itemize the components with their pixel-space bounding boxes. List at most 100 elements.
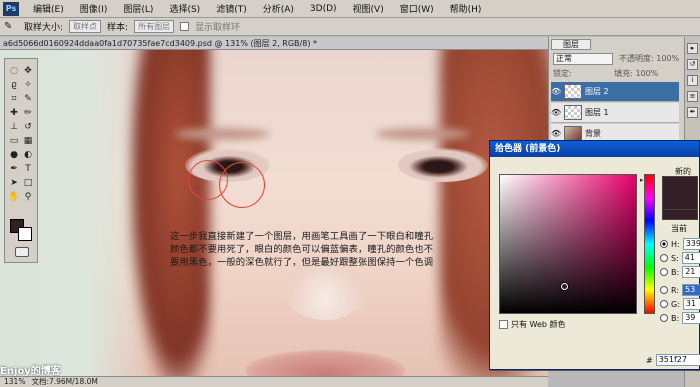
saturation-brightness-field[interactable] [499, 174, 637, 314]
fill-control[interactable]: 填充: 100% [614, 69, 658, 78]
blue-radio[interactable] [660, 314, 668, 322]
web-only-option: 只有 Web 颜色 [499, 319, 566, 330]
red-radio[interactable] [660, 286, 668, 294]
hex-input[interactable]: 351f27 [655, 354, 700, 366]
zoom-icon[interactable]: ⚲ [22, 191, 34, 203]
eyebrow-right [375, 128, 470, 140]
green-label: G: [671, 299, 680, 309]
menu-analysis[interactable]: 分析(A) [255, 2, 302, 15]
hue-label: H: [671, 239, 680, 249]
hue-field-row: H: 339 度 [660, 238, 700, 250]
eyebrow-left [175, 128, 270, 140]
green-input[interactable]: 31 [682, 298, 700, 310]
menu-help[interactable]: 帮助(H) [442, 2, 490, 15]
green-field-row: G: 31 [660, 298, 700, 310]
image-canvas[interactable]: 这一步我直接新建了一个图层，用画笔工具画了一下眼白和瞳孔 颜色都不要用死了，眼白… [0, 50, 548, 376]
current-color-label: 当前 [671, 224, 687, 233]
color-marker[interactable] [561, 283, 568, 290]
brightness-label: B: [671, 267, 680, 277]
visibility-eye-icon[interactable]: 👁 [551, 129, 561, 139]
history-panel-icon[interactable]: ↺ [687, 59, 698, 70]
web-only-checkbox[interactable] [499, 320, 508, 329]
brush-icon[interactable]: ✏ [22, 107, 34, 119]
panel-toggle-icon[interactable]: ▸ [687, 43, 698, 54]
menu-bar: Ps 编辑(E) 图像(I) 图层(L) 选择(S) 滤镜(T) 分析(A) 3… [0, 0, 700, 18]
toolbox: ◌ ✥ ϱ ✧ ⌗ ✎ ✚ ✏ ⊥ ↺ ▭ ▦ ● ◐ ✒ T ➤ □ ✋ ⚲ [4, 58, 38, 263]
history-brush-icon[interactable]: ↺ [22, 121, 34, 133]
document-tab[interactable]: a6d5066d0160924ddaa0fa1d70735fae7cd3409.… [0, 37, 548, 50]
move-icon[interactable]: ✥ [22, 65, 34, 77]
type-icon[interactable]: T [22, 163, 34, 175]
shape-icon[interactable]: □ [22, 177, 34, 189]
web-only-label: 只有 Web 颜色 [511, 320, 566, 329]
blue-input[interactable]: 39 [682, 312, 700, 324]
stamp-icon[interactable]: ⊥ [8, 121, 20, 133]
red-input[interactable]: 53 [682, 284, 700, 296]
lips [245, 350, 405, 376]
lasso-icon[interactable]: ϱ [8, 79, 20, 91]
caption-line: 颜色都不要用死了，眼白的颜色可以偏蓝偏表，瞳孔的颜色也不 [170, 244, 434, 255]
dodge-icon[interactable]: ◐ [22, 149, 34, 161]
menu-edit[interactable]: 编辑(E) [25, 2, 72, 15]
eyedropper-icon[interactable]: ✎ [22, 93, 34, 105]
paths-panel-icon[interactable]: ✒ [687, 107, 698, 118]
eyedropper-icon[interactable]: ✎ [4, 21, 18, 33]
layer-name: 图层 2 [585, 87, 609, 96]
lock-label: 锁定: [553, 69, 572, 78]
magic-wand-icon[interactable]: ✧ [22, 79, 34, 91]
layer-row-2[interactable]: 👁 图层 2 [551, 82, 679, 102]
menu-filter[interactable]: 滤镜(T) [208, 2, 255, 15]
hue-slider[interactable] [644, 174, 655, 314]
show-ring-label: 显示取样环 [195, 23, 241, 33]
hand-icon[interactable]: ✋ [8, 191, 20, 203]
hue-radio[interactable] [660, 240, 668, 248]
background-color-swatch[interactable] [18, 227, 32, 241]
menu-image[interactable]: 图像(I) [72, 2, 116, 15]
sample-select[interactable]: 所有图层 [134, 20, 175, 33]
caption-line: 这一步我直接新建了一个图层，用画笔工具画了一下眼白和瞳孔 [170, 231, 434, 242]
layer-row-1[interactable]: 👁 图层 1 [551, 103, 679, 123]
brightness-radio[interactable] [660, 268, 668, 276]
sample-label: 样本: [107, 23, 129, 33]
healing-icon[interactable]: ✚ [8, 107, 20, 119]
menu-3d[interactable]: 3D(D) [302, 4, 345, 14]
color-picker-dialog: 拾色器 (前景色) ▸ 新的 当前 H: 339 度 S: 41 % B: 21… [489, 140, 700, 370]
brightness-input[interactable]: 21 [682, 266, 700, 278]
pen-icon[interactable]: ✒ [8, 163, 20, 175]
crop-icon[interactable]: ⌗ [8, 93, 20, 105]
blur-icon[interactable]: ● [8, 149, 20, 161]
hue-slider-arrow-icon[interactable]: ▸ [640, 176, 644, 184]
layers-panel: 图层 正常 不透明度: 100% 锁定: 填充: 100% 👁 图层 2 👁 图… [548, 37, 700, 149]
visibility-eye-icon[interactable]: 👁 [551, 87, 561, 97]
quick-mask-icon[interactable] [15, 247, 29, 257]
new-color-swatch [662, 176, 698, 210]
pupil-annotation-circle [219, 162, 265, 208]
hue-input[interactable]: 339 [682, 238, 700, 250]
gradient-icon[interactable]: ▦ [22, 135, 34, 147]
menu-window[interactable]: 窗口(W) [392, 2, 442, 15]
saturation-field-row: S: 41 % [660, 252, 700, 264]
layers-tab[interactable]: 图层 [551, 39, 591, 50]
eraser-icon[interactable]: ▭ [8, 135, 20, 147]
layer-thumbnail [564, 105, 582, 120]
blend-mode-select[interactable]: 正常 [553, 53, 613, 65]
marquee-icon[interactable]: ◌ [8, 65, 20, 77]
show-ring-checkbox[interactable] [180, 22, 190, 31]
path-select-icon[interactable]: ➤ [8, 177, 20, 189]
red-label: R: [671, 285, 680, 295]
status-bar: 131% 文档:7.96M/18.0M [0, 376, 548, 387]
sample-size-select[interactable]: 取样点 [69, 20, 102, 33]
channels-panel-icon[interactable]: ≡ [687, 91, 698, 102]
menu-view[interactable]: 视图(V) [345, 2, 392, 15]
current-color-swatch[interactable] [662, 210, 698, 220]
saturation-radio[interactable] [660, 254, 668, 262]
info-panel-icon[interactable]: i [687, 75, 698, 86]
menu-layer[interactable]: 图层(L) [115, 2, 161, 15]
menu-select[interactable]: 选择(S) [161, 2, 208, 15]
zoom-level[interactable]: 131% [4, 377, 25, 387]
layer-name: 图层 1 [585, 108, 609, 117]
visibility-eye-icon[interactable]: 👁 [551, 108, 561, 118]
saturation-label: S: [671, 253, 679, 263]
green-radio[interactable] [660, 300, 668, 308]
saturation-input[interactable]: 41 [681, 252, 700, 264]
